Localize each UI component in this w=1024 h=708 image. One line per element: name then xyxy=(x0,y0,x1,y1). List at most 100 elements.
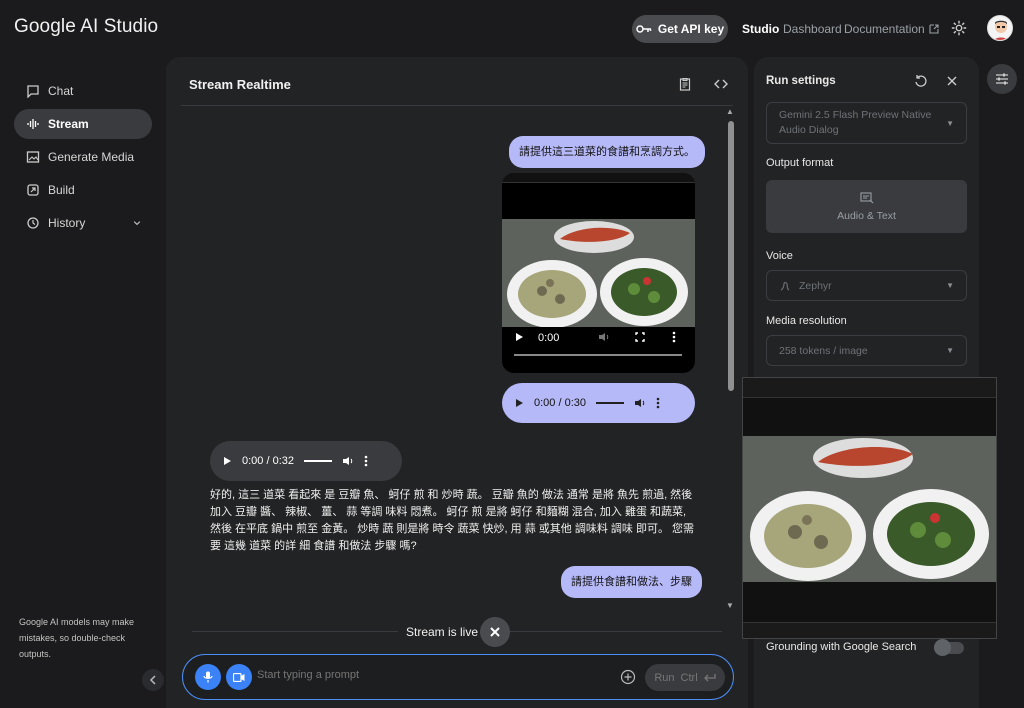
toggle-settings-button[interactable] xyxy=(987,64,1017,94)
fullscreen-icon[interactable] xyxy=(635,332,645,342)
run-shortcut: Ctrl xyxy=(680,671,698,684)
run-button[interactable]: Run Ctrl xyxy=(645,664,725,691)
play-icon[interactable] xyxy=(514,398,524,408)
app-logo: Google AI Studio xyxy=(14,16,159,37)
user-audio-player[interactable]: 0:00 / 0:30 xyxy=(502,383,695,423)
video-time: 0:00 xyxy=(538,332,560,344)
get-api-key-label: Get API key xyxy=(657,22,725,36)
toggle-knob xyxy=(934,639,951,656)
output-format-audio-text[interactable]: Audio & Text xyxy=(766,180,967,233)
volume-icon[interactable] xyxy=(342,456,354,466)
close-icon xyxy=(490,627,500,637)
waveform-icon xyxy=(27,119,39,129)
more-options-icon[interactable] xyxy=(656,397,660,409)
screen-share-preview[interactable] xyxy=(742,377,997,639)
audio-track[interactable] xyxy=(596,402,624,404)
prompt-input[interactable] xyxy=(257,669,597,681)
key-icon xyxy=(636,25,652,33)
audio-track[interactable] xyxy=(304,460,332,462)
model-audio-player[interactable]: 0:00 / 0:32 xyxy=(210,441,402,481)
play-icon[interactable] xyxy=(222,456,232,466)
more-options-icon[interactable] xyxy=(364,455,368,467)
preview-taskbar xyxy=(743,622,996,638)
food-photo xyxy=(502,219,695,328)
chevron-left-icon xyxy=(149,675,156,685)
chevron-down-icon[interactable] xyxy=(132,218,142,228)
caret-down-icon: ▼ xyxy=(946,281,954,290)
sidebar-item-chat[interactable]: Chat xyxy=(14,76,152,106)
microphone-button[interactable] xyxy=(195,664,221,690)
prompt-bar: Run Ctrl xyxy=(182,654,734,700)
video-player[interactable]: 0:00 xyxy=(502,173,695,373)
media-resolution-select[interactable]: 258 tokens / image ▼ xyxy=(766,335,967,366)
get-api-key-button[interactable]: Get API key xyxy=(632,15,728,43)
voice-icon xyxy=(780,281,790,290)
food-photo xyxy=(743,436,996,582)
audio-time: 0:00 / 0:32 xyxy=(242,455,294,467)
external-link-icon xyxy=(929,24,939,34)
audio-text-icon xyxy=(859,191,873,203)
stream-status: Stream is live xyxy=(398,625,487,639)
collapse-sidebar-button[interactable] xyxy=(142,669,164,691)
output-format-value: Audio & Text xyxy=(837,209,896,222)
nav-studio[interactable]: Studio xyxy=(742,22,779,36)
avatar[interactable] xyxy=(987,15,1013,41)
scrollbar[interactable] xyxy=(728,121,734,391)
sidebar-item-stream[interactable]: Stream xyxy=(14,109,152,139)
sidebar-item-history[interactable]: History xyxy=(14,208,152,238)
sidebar-item-generate-media[interactable]: Generate Media xyxy=(14,142,152,172)
run-label: Run xyxy=(654,671,675,684)
reset-icon[interactable] xyxy=(914,74,928,88)
video-camera-icon xyxy=(233,672,245,682)
voice-select[interactable]: Zephyr ▼ xyxy=(766,270,967,301)
gear-icon[interactable] xyxy=(950,19,968,37)
code-icon[interactable] xyxy=(714,77,728,91)
run-settings-title: Run settings xyxy=(766,75,836,87)
user-message: 請提供食譜和做法、步驟 xyxy=(561,566,702,598)
build-icon xyxy=(27,184,39,196)
nav-documentation-label: Documentation xyxy=(844,22,925,36)
clipboard-icon[interactable] xyxy=(678,77,692,91)
enter-icon xyxy=(703,674,716,682)
more-options-icon[interactable] xyxy=(672,331,676,343)
history-icon xyxy=(27,217,39,229)
caret-down-icon: ▼ xyxy=(946,346,954,355)
output-format-label: Output format xyxy=(766,157,834,169)
nav-documentation[interactable]: Documentation xyxy=(844,22,939,36)
video-frame-toolbar xyxy=(502,173,695,183)
sidebar-item-label: Build xyxy=(48,183,75,197)
model-select[interactable]: Gemini 2.5 Flash Preview Native Audio Di… xyxy=(766,102,967,144)
preview-toolbar xyxy=(743,378,996,398)
volume-icon[interactable] xyxy=(598,332,610,342)
chat-icon xyxy=(27,85,39,98)
page-title: Stream Realtime xyxy=(189,77,291,92)
model-select-value: Gemini 2.5 Flash Preview Native Audio Di… xyxy=(779,109,932,136)
sidebar-item-label: Chat xyxy=(48,84,74,98)
camera-button[interactable] xyxy=(226,664,252,690)
add-icon[interactable] xyxy=(620,669,636,685)
play-icon[interactable] xyxy=(514,332,524,342)
sidebar-item-build[interactable]: Build xyxy=(14,175,152,205)
sidebar-item-label: Stream xyxy=(48,117,89,131)
media-resolution-value: 258 tokens / image xyxy=(779,344,868,357)
audio-time: 0:00 / 0:30 xyxy=(534,397,586,409)
tune-icon xyxy=(996,73,1008,85)
caret-down-icon: ▼ xyxy=(946,118,954,128)
stop-stream-button[interactable] xyxy=(480,617,510,647)
grounding-toggle[interactable] xyxy=(934,639,964,656)
microphone-icon xyxy=(203,671,213,683)
scroll-up-arrow[interactable]: ▲ xyxy=(726,107,734,116)
stream-panel: Stream Realtime ▲ ▼ 請提供這三道菜的食譜和烹調方式。 0:0… xyxy=(166,57,748,708)
voice-label: Voice xyxy=(766,250,793,262)
sidebar-item-label: Generate Media xyxy=(48,150,135,164)
model-response-text: 好的, 這三 道菜 看起來 是 豆瓣 魚、 蚵仔 煎 和 炒時 蔬。 豆瓣 魚的… xyxy=(210,489,695,552)
scroll-down-arrow[interactable]: ▼ xyxy=(726,601,734,610)
sidebar-item-label: History xyxy=(48,216,86,230)
media-resolution-label: Media resolution xyxy=(766,315,847,327)
volume-icon[interactable] xyxy=(634,398,646,408)
close-icon[interactable] xyxy=(945,74,959,88)
voice-value: Zephyr xyxy=(799,279,832,292)
image-icon xyxy=(26,151,40,163)
video-progress-bar[interactable] xyxy=(514,354,682,356)
nav-dashboard[interactable]: Dashboard xyxy=(783,22,842,36)
